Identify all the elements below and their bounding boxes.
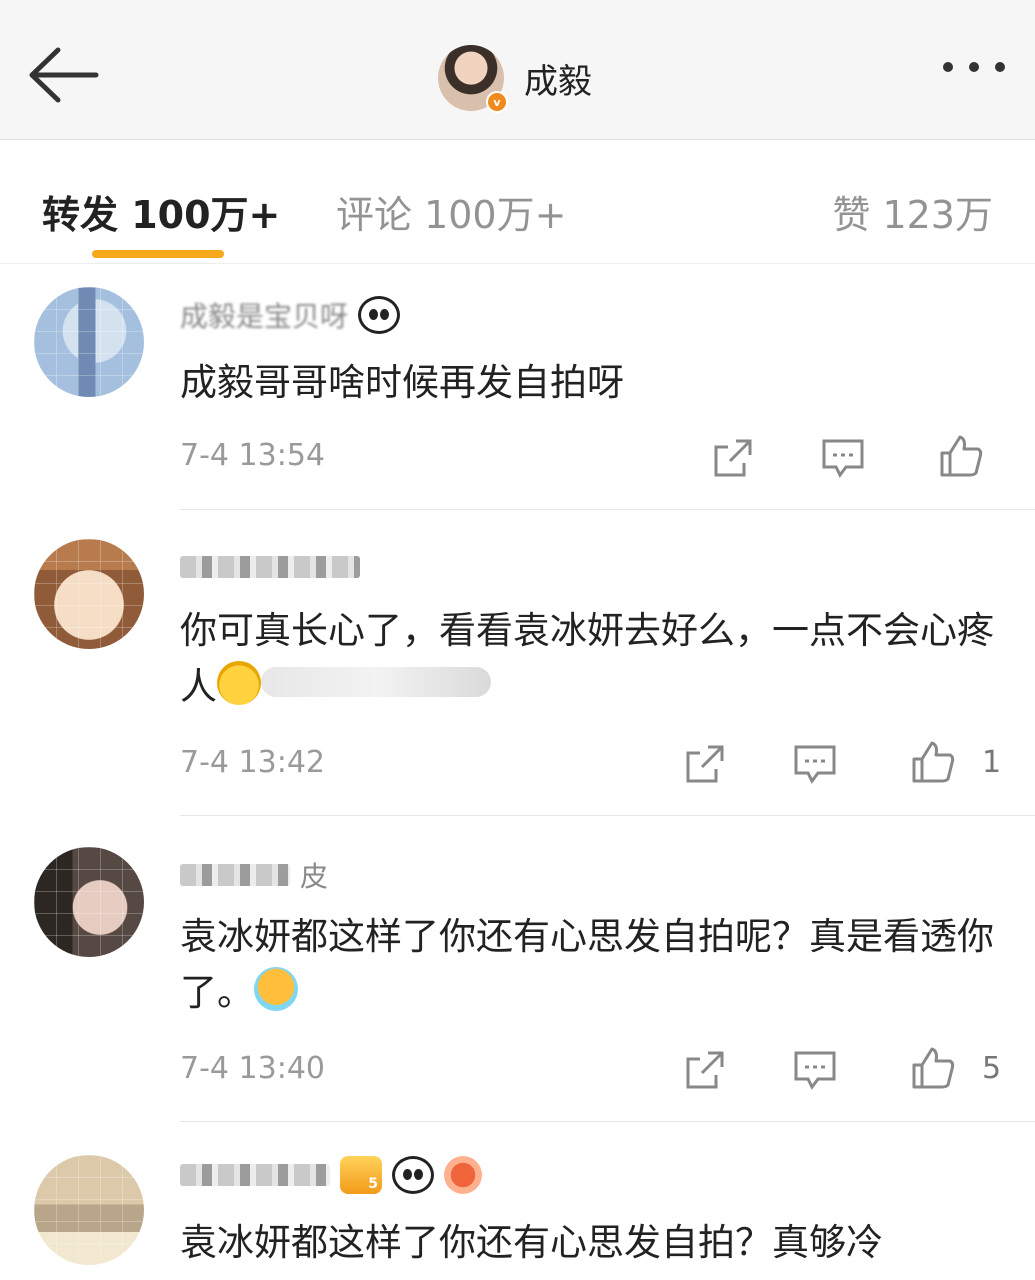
divider	[180, 1121, 1035, 1122]
comment-time: 7-4 13:54	[180, 438, 325, 473]
divider	[180, 815, 1035, 816]
thumbs-up-icon[interactable]	[908, 1043, 958, 1093]
username[interactable]	[180, 547, 370, 587]
list-item: 5 袁冰妍都这样了你还有心思发自拍？真够冷	[0, 1123, 1035, 1280]
username[interactable]: 皮	[180, 855, 328, 895]
avatar[interactable]	[34, 287, 144, 397]
tab-like[interactable]: 赞 123万	[832, 184, 993, 239]
comment-text: 成毅哥哥啥时候再发自拍呀	[180, 361, 624, 404]
thumbs-up-icon[interactable]	[908, 737, 958, 787]
username-text: 皮	[300, 860, 329, 893]
vomit-emoji-icon	[254, 967, 298, 1011]
list-item: 皮 袁冰妍都这样了你还有心思发自拍呢？真是看透你了。 7-4 13:40 5	[0, 817, 1035, 1122]
comment-icon[interactable]	[790, 1045, 840, 1095]
username-blurred	[180, 864, 290, 886]
panda-badge-icon	[392, 1156, 434, 1194]
avatar[interactable]: v	[438, 45, 508, 113]
avatar[interactable]	[34, 539, 144, 649]
more-button[interactable]	[943, 62, 1005, 72]
avatar[interactable]	[34, 847, 144, 957]
comment-icon[interactable]	[818, 433, 868, 483]
fish-badge-icon	[444, 1156, 482, 1194]
page-title: 成毅	[524, 61, 592, 102]
back-button[interactable]	[24, 40, 104, 110]
comment-text: 你可真长心了，看看袁冰妍去好么，一点不会心疼人	[180, 603, 1010, 715]
verified-badge: v	[486, 91, 508, 113]
tab-comment[interactable]: 评论 100万+	[336, 184, 566, 239]
more-dot	[943, 62, 953, 72]
comment-text: 袁冰妍都这样了你还有心思发自拍呢？真是看透你了。	[180, 909, 1010, 1021]
comment-icon[interactable]	[790, 739, 840, 789]
more-dot	[995, 62, 1005, 72]
avatar[interactable]	[34, 1155, 144, 1265]
username[interactable]: 成毅是宝贝呀	[180, 295, 401, 335]
crown-badge-icon: 5	[340, 1156, 382, 1194]
repost-icon[interactable]	[680, 1045, 730, 1095]
comment-time: 7-4 13:42	[180, 745, 325, 780]
list-item: 你可真长心了，看看袁冰妍去好么，一点不会心疼人 7-4 13:42 1	[0, 511, 1035, 816]
active-tab-indicator	[92, 250, 224, 258]
username-text: 成毅是宝贝呀	[180, 300, 349, 333]
arrow-left-icon	[29, 47, 99, 103]
repost-icon[interactable]	[680, 739, 730, 789]
panda-badge-icon	[358, 296, 401, 334]
top-nav-bar: v 成毅	[0, 0, 1035, 140]
like-count: 1	[982, 745, 1002, 780]
repost-icon[interactable]	[708, 433, 758, 483]
tab-bar: 转发 100万+ 评论 100万+ 赞 123万	[0, 140, 1035, 264]
username-blurred	[180, 556, 360, 578]
tab-repost[interactable]: 转发 100万+	[42, 184, 280, 239]
blurred-link	[261, 667, 491, 697]
divider	[180, 509, 1035, 510]
comment-text-content: 袁冰妍都这样了你还有心思发自拍呢？真是看透你了。	[180, 915, 994, 1014]
sweat-emoji-icon	[217, 661, 261, 705]
thumbs-up-icon[interactable]	[936, 431, 986, 481]
like-count: 5	[982, 1051, 1002, 1086]
more-dot	[969, 62, 979, 72]
profile-header[interactable]: v 成毅	[438, 42, 592, 114]
comment-text: 袁冰妍都这样了你还有心思发自拍？真够冷	[180, 1221, 883, 1264]
comment-time: 7-4 13:40	[180, 1051, 325, 1086]
username-blurred	[180, 1164, 330, 1186]
list-item: 成毅是宝贝呀 成毅哥哥啥时候再发自拍呀 7-4 13:54	[0, 265, 1035, 510]
username[interactable]: 5	[180, 1155, 482, 1195]
